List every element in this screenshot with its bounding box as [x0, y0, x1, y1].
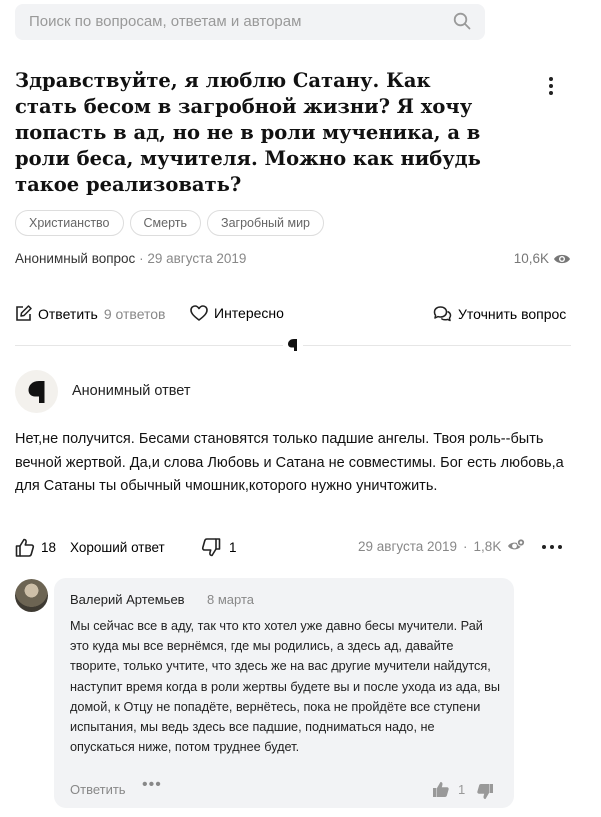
views-settings-icon [508, 538, 526, 550]
avatar[interactable] [15, 370, 58, 413]
thumbs-up-icon [433, 782, 449, 797]
comment-like-count: 1 [458, 782, 466, 797]
dislike-button[interactable]: 1 [201, 538, 237, 557]
more-icon [542, 545, 562, 549]
like-button[interactable]: 18 Хороший ответ [15, 538, 165, 557]
search-input[interactable]: Поиск по вопросам, ответам и авторам [29, 13, 301, 30]
dislike-count: 1 [229, 540, 237, 555]
tag-afterlife[interactable]: Загробный мир [207, 210, 325, 236]
answer-actions: 18 Хороший ответ 1 29 августа 2019 · 1,8… [15, 538, 571, 560]
views-count: 10,6K [513, 251, 549, 266]
answer-label: Ответить [38, 305, 98, 322]
answer-author[interactable]: Анонимный ответ [72, 383, 191, 399]
tag-christianity[interactable]: Христианство [15, 210, 124, 236]
interesting-label: Интересно [214, 305, 284, 321]
comment-like-button[interactable]: 1 [432, 781, 465, 798]
answer-button[interactable]: Ответить 9 ответов [15, 305, 166, 322]
answer-stats: 29 августа 2019 · 1,8K [358, 538, 526, 555]
thumbs-up-icon [15, 538, 35, 557]
answer-count: 9 ответов [103, 305, 166, 322]
search-icon[interactable] [453, 12, 471, 30]
interesting-button[interactable]: Интересно [190, 305, 284, 321]
tag-list: Христианство Смерть Загробный мир [15, 210, 325, 236]
comment-more-button[interactable]: ••• [142, 776, 162, 794]
avatar[interactable] [15, 579, 48, 612]
more-button[interactable] [541, 537, 563, 557]
comment-text: Мы сейчас все в аду, так что кто хотел у… [70, 619, 500, 755]
question-title: Здравствуйте, я люблю Сатану. Как стать … [15, 69, 481, 196]
clarify-label: Уточнить вопрос [458, 305, 567, 322]
question-actions: Ответить 9 ответов Интересно Уточнить во… [15, 305, 571, 325]
answer-date: 29 августа 2019 [358, 539, 458, 554]
tag-death[interactable]: Смерть [129, 210, 202, 236]
comment-bubble: Валерий Артемьев 8 марта Мы сейчас все в… [54, 578, 514, 808]
meta-separator: · [139, 251, 144, 266]
logo-icon [283, 336, 303, 354]
meta-separator: · [463, 539, 468, 554]
comment-reply-button[interactable]: Ответить [70, 782, 126, 797]
heart-icon [190, 305, 208, 321]
comment-author[interactable]: Валерий Артемьев [70, 592, 185, 607]
good-answer-label: Хороший ответ [70, 540, 165, 555]
like-count: 18 [41, 540, 57, 555]
kebab-icon[interactable] [540, 74, 562, 100]
eye-icon [554, 254, 570, 263]
question-author: Анонимный вопрос [15, 251, 136, 266]
edit-icon [16, 305, 32, 321]
question-date: 29 августа 2019 [147, 251, 247, 266]
answer-views: 1,8K [473, 539, 502, 554]
thumbs-down-icon[interactable] [476, 783, 494, 800]
comment-date: 8 марта [207, 592, 254, 607]
clarify-button[interactable]: Уточнить вопрос [433, 305, 566, 322]
search-bar[interactable]: Поиск по вопросам, ответам и авторам [15, 4, 485, 40]
logo-icon [28, 380, 44, 403]
answer-text: Нет,не получится. Бесами становятся толь… [15, 431, 564, 494]
chat-icon [433, 306, 452, 322]
thumbs-down-icon [201, 538, 221, 557]
question-views: 10,6K [514, 251, 571, 266]
question-meta: Анонимный вопрос · 29 августа 2019 [15, 251, 246, 266]
